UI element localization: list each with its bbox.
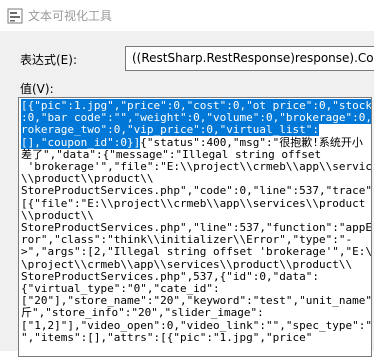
window-title: 文本可视化工具 xyxy=(28,9,113,23)
value-unselected-text: {"status":400,"msg":"很抱歉!系统开小 差了","data"… xyxy=(21,135,372,344)
expression-field[interactable]: ((RestSharp.RestResponse)response).Cont xyxy=(125,46,374,71)
value-content: [{"pic":1.jpg","price":0,"cost":0,"ot_pr… xyxy=(21,99,371,344)
expression-text: ((RestSharp.RestResponse)response).Cont xyxy=(132,51,374,65)
value-textbox[interactable]: [{"pic":1.jpg","price":0,"cost":0,"ot_pr… xyxy=(18,97,372,357)
title-bar: 文本可视化工具 xyxy=(0,0,374,31)
value-label: 值(V): xyxy=(20,82,54,96)
visualizer-app-icon xyxy=(7,8,23,24)
expression-label: 表达式(E): xyxy=(20,53,77,67)
